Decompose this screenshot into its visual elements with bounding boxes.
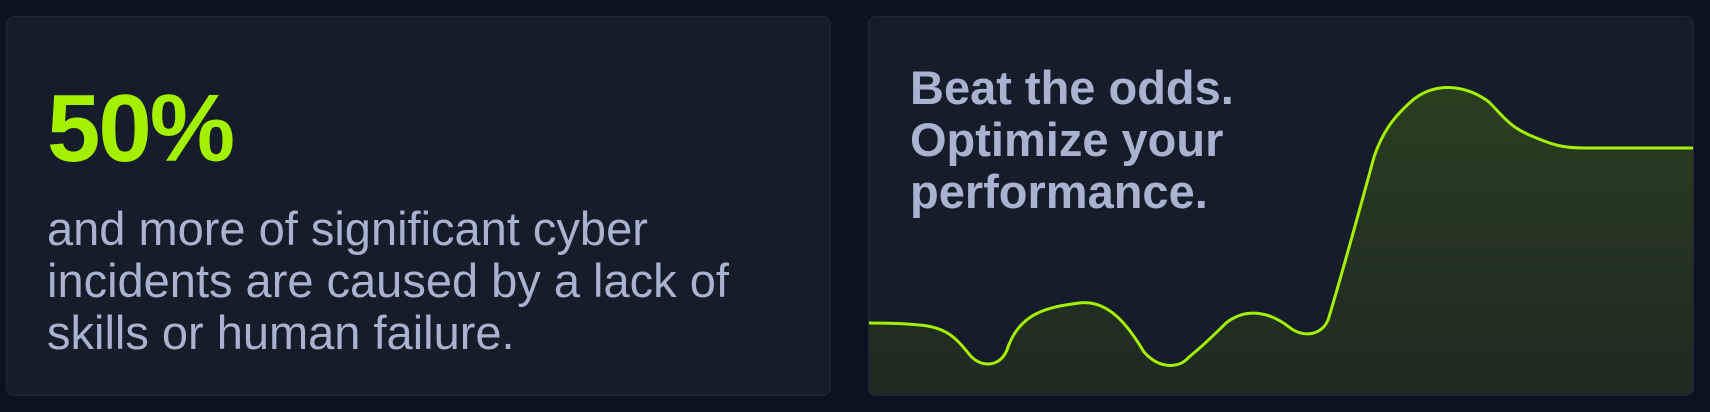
- stat-value: 50%: [47, 75, 235, 182]
- stat-card: 50% and more of significant cyber incide…: [6, 16, 831, 396]
- performance-card: Beat the odds. Optimize your performance…: [868, 16, 1694, 396]
- page: 50% and more of significant cyber incide…: [0, 0, 1710, 412]
- stat-description: and more of significant cyber incidents …: [47, 202, 729, 359]
- performance-headline: Beat the odds. Optimize your performance…: [910, 61, 1234, 218]
